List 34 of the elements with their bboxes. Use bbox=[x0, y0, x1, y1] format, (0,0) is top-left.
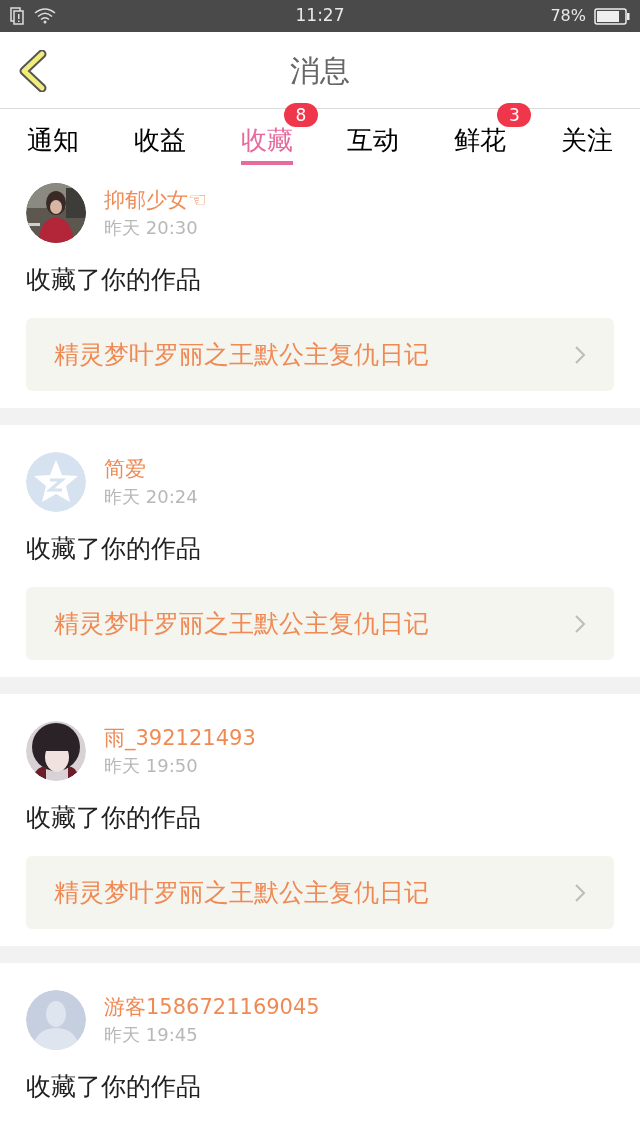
work-link[interactable]: 精灵梦叶罗丽之王默公主复仇日记 bbox=[26, 318, 614, 391]
user-name[interactable]: 简爱 bbox=[104, 454, 198, 484]
back-button[interactable] bbox=[18, 50, 48, 92]
tab[interactable]: 通知 bbox=[27, 123, 80, 165]
tab[interactable]: 关注 bbox=[560, 123, 613, 165]
user-name[interactable]: 抑郁少女☜ bbox=[104, 185, 207, 215]
battery-percent: 78% bbox=[550, 5, 586, 27]
work-link[interactable]: 精灵梦叶罗丽之王默公主复仇日记 bbox=[26, 587, 614, 660]
message-text: 收藏了你的作品 bbox=[26, 1072, 202, 1102]
chevron-right-icon bbox=[574, 613, 586, 634]
battery-icon bbox=[594, 7, 630, 25]
work-link[interactable]: 精灵梦叶罗丽之王默公主复仇日记 bbox=[26, 856, 614, 929]
tab[interactable]: 收益 bbox=[134, 123, 186, 165]
status-time: 11:27 bbox=[295, 4, 345, 28]
star-avatar-icon bbox=[26, 452, 86, 512]
message-text: 收藏了你的作品 bbox=[26, 265, 202, 295]
message-text: 收藏了你的作品 bbox=[26, 803, 202, 833]
chevron-right-icon bbox=[574, 882, 586, 903]
sim-icon bbox=[10, 7, 24, 25]
message-time: 昨天 20:24 bbox=[104, 485, 198, 509]
tab[interactable]: 互动 bbox=[347, 123, 400, 165]
person-avatar-icon bbox=[26, 990, 86, 1050]
count-badge: 8 bbox=[284, 103, 318, 127]
count-badge: 3 bbox=[497, 103, 532, 127]
user-name[interactable]: 雨_392121493 bbox=[104, 723, 256, 753]
message-text: 收藏了你的作品 bbox=[26, 534, 202, 564]
back-chevron-icon bbox=[18, 50, 48, 92]
message-time: 昨天 20:30 bbox=[104, 216, 199, 240]
wifi-icon bbox=[34, 8, 56, 24]
chevron-right-icon bbox=[574, 344, 586, 365]
message-time: 昨天 19:45 bbox=[104, 1023, 199, 1047]
page-title: 消息 bbox=[290, 51, 350, 90]
message-time: 昨天 19:50 bbox=[104, 754, 199, 778]
user-name[interactable]: 游客1586721169045 bbox=[104, 992, 320, 1022]
